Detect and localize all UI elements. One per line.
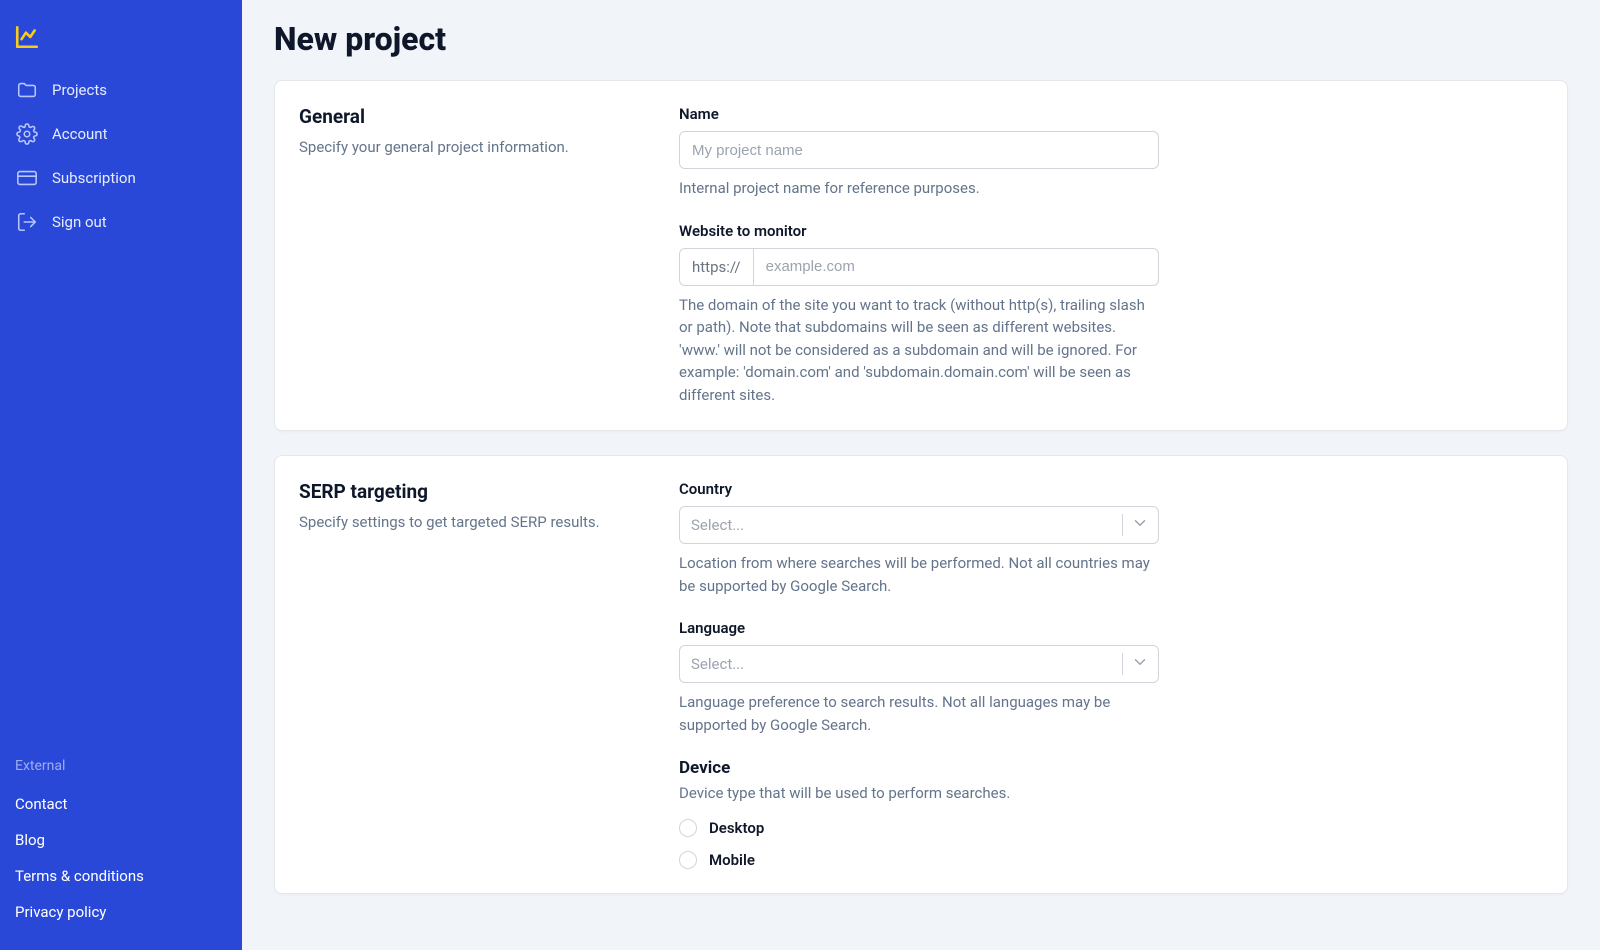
external-heading: External (14, 756, 228, 776)
sign-out-icon (16, 211, 38, 233)
sidebar: Projects Account Subscription Sign out (0, 0, 242, 950)
device-radio-desktop[interactable] (679, 819, 697, 837)
external-link-terms[interactable]: Terms & conditions (14, 858, 228, 894)
website-label: Website to monitor (679, 222, 1159, 240)
section-heading-general: General (299, 105, 639, 128)
main-content: New project General Specify your general… (242, 0, 1600, 950)
website-protocol-addon: https:// (679, 248, 753, 286)
country-label: Country (679, 480, 1159, 498)
card-serp-targeting: SERP targeting Specify settings to get t… (274, 455, 1568, 894)
country-select[interactable]: Select... (679, 506, 1159, 544)
language-help: Language preference to search results. N… (679, 691, 1159, 736)
name-help: Internal project name for reference purp… (679, 177, 1159, 200)
device-heading: Device (679, 758, 1159, 778)
sidebar-item-label: Sign out (52, 213, 107, 231)
sidebar-item-label: Subscription (52, 169, 136, 187)
logo[interactable] (14, 14, 228, 68)
section-subheading-serp: Specify settings to get targeted SERP re… (299, 511, 639, 534)
external-link-contact[interactable]: Contact (14, 786, 228, 822)
language-label: Language (679, 619, 1159, 637)
website-input[interactable] (753, 248, 1159, 286)
language-select[interactable]: Select... (679, 645, 1159, 683)
country-help: Location from where searches will be per… (679, 552, 1159, 597)
section-subheading-general: Specify your general project information… (299, 136, 639, 159)
external-link-blog[interactable]: Blog (14, 822, 228, 858)
sidebar-item-signout[interactable]: Sign out (14, 200, 228, 244)
website-help: The domain of the site you want to track… (679, 294, 1159, 407)
sidebar-item-subscription[interactable]: Subscription (14, 156, 228, 200)
chart-line-icon (14, 24, 40, 50)
device-radio-label: Desktop (709, 819, 764, 837)
card-general: General Specify your general project inf… (274, 80, 1568, 431)
device-help: Device type that will be used to perform… (679, 782, 1159, 805)
gear-icon (16, 123, 38, 145)
section-heading-serp: SERP targeting (299, 480, 639, 503)
credit-card-icon (16, 167, 38, 189)
device-radio-mobile[interactable] (679, 851, 697, 869)
name-label: Name (679, 105, 1159, 123)
name-input[interactable] (679, 131, 1159, 169)
folder-icon (16, 79, 38, 101)
sidebar-item-account[interactable]: Account (14, 112, 228, 156)
sidebar-item-label: Account (52, 125, 108, 143)
sidebar-item-projects[interactable]: Projects (14, 68, 228, 112)
sidebar-item-label: Projects (52, 81, 107, 99)
page-title: New project (274, 20, 1568, 58)
device-radio-label: Mobile (709, 851, 755, 869)
